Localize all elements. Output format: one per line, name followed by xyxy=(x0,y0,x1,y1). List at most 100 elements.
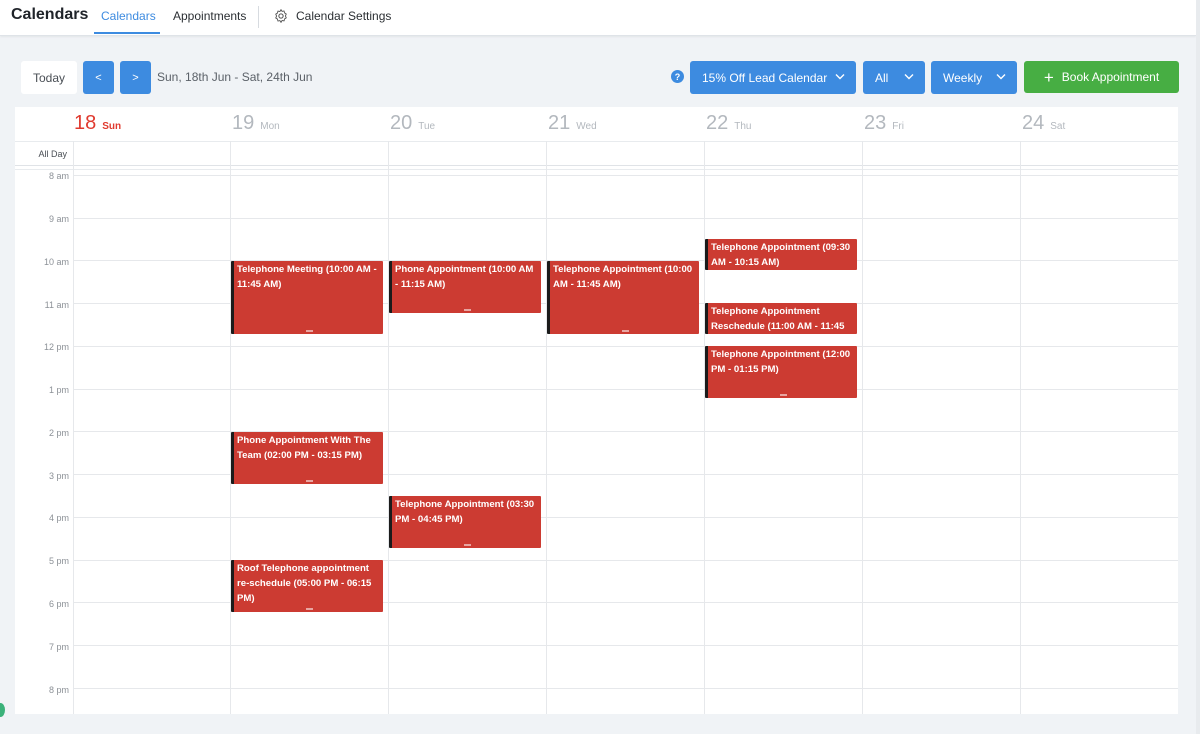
grid-top-border xyxy=(15,169,1178,170)
hour-label: 5 pm xyxy=(48,556,69,566)
chevron-down-icon xyxy=(904,74,914,80)
week-calendar: 18 Sun 19 Mon 20 Tue 21 Wed 22 Thu 23 Fr… xyxy=(15,107,1178,714)
app-title: Calendars xyxy=(11,6,89,23)
nav-divider xyxy=(258,6,259,28)
appointment-event[interactable]: Telephone Meeting (10:00 AM - 11:45 AM) xyxy=(231,261,383,334)
active-tab-indicator xyxy=(94,32,160,34)
window-edge xyxy=(1196,0,1200,734)
appointment-event[interactable]: Roof Telephone appointment re-schedule (… xyxy=(231,560,383,612)
book-appointment-label: Book Appointment xyxy=(1061,70,1160,84)
day-column-divider xyxy=(546,141,547,714)
event-title: Telephone Appointment (09:30 AM - 10:15 … xyxy=(711,242,851,268)
day-number: 19 xyxy=(232,112,255,134)
all-day-label: All Day xyxy=(38,149,67,159)
event-title: Telephone Meeting (10:00 AM - 11:45 AM) xyxy=(237,264,377,290)
day-name: Sun xyxy=(102,121,122,132)
next-week-button[interactable]: > xyxy=(120,61,151,94)
day-column-divider xyxy=(388,141,389,714)
day-header-mon[interactable]: 19 Mon xyxy=(231,112,280,138)
resize-handle[interactable] xyxy=(305,330,313,332)
resize-handle[interactable] xyxy=(463,309,471,311)
event-title: Phone Appointment (10:00 AM - 11:15 AM) xyxy=(395,264,534,290)
day-header-sat[interactable]: 24 Sat xyxy=(1021,112,1065,138)
day-header-fri[interactable]: 23 Fri xyxy=(863,112,904,138)
calendar-select[interactable]: 15% Off Lead Calendar xyxy=(690,61,856,94)
hour-label: 4 pm xyxy=(48,513,69,523)
hour-label: 11 am xyxy=(44,300,69,310)
tab-calendar-settings[interactable]: Calendar Settings xyxy=(296,9,391,23)
day-header-wed[interactable]: 21 Wed xyxy=(547,112,597,138)
hour-label: 12 pm xyxy=(43,342,69,352)
hour-line xyxy=(73,346,1178,347)
day-number: 23 xyxy=(864,112,887,134)
prev-week-button[interactable]: < xyxy=(83,61,114,94)
event-title: Telephone Appointment Reschedule (11:00 … xyxy=(711,306,845,332)
resize-handle[interactable] xyxy=(463,544,471,546)
day-name: Tue xyxy=(418,121,436,132)
hour-label: 8 pm xyxy=(48,685,69,695)
tab-appointments[interactable]: Appointments xyxy=(173,9,246,23)
appointment-event[interactable]: Telephone Appointment (10:00 AM - 11:45 … xyxy=(547,261,699,334)
day-number: 20 xyxy=(390,112,413,134)
top-nav-bar: Calendars Calendars Appointments Calenda… xyxy=(0,0,1196,36)
today-button[interactable]: Today xyxy=(21,61,77,94)
appointment-event[interactable]: Telephone Appointment Reschedule (11:00 … xyxy=(705,303,857,334)
hour-line xyxy=(73,218,1178,219)
appointment-event[interactable]: Phone Appointment (10:00 AM - 11:15 AM) xyxy=(389,261,541,313)
book-appointment-button[interactable]: + Book Appointment xyxy=(1024,61,1179,93)
chevron-down-icon xyxy=(835,74,845,80)
calendar-select-value: 15% Off Lead Calendar xyxy=(702,70,828,85)
date-range-label: Sun, 18th Jun - Sat, 24th Jun xyxy=(157,70,313,84)
event-title: Telephone Appointment (12:00 PM - 01:15 … xyxy=(711,349,851,375)
appointment-event[interactable]: Phone Appointment With The Team (02:00 P… xyxy=(231,432,383,484)
filter-select[interactable]: All xyxy=(863,61,925,94)
event-title: Telephone Appointment (03:30 PM - 04:45 … xyxy=(395,499,535,525)
appointment-event[interactable]: Telephone Appointment (09:30 AM - 10:15 … xyxy=(705,239,857,270)
gear-icon[interactable] xyxy=(273,8,289,24)
hour-label: 3 pm xyxy=(48,471,69,481)
day-header-sun[interactable]: 18 Sun xyxy=(73,112,121,138)
tab-calendars[interactable]: Calendars xyxy=(101,9,156,23)
all-day-row[interactable] xyxy=(15,141,1178,166)
day-header-tue[interactable]: 20 Tue xyxy=(389,112,435,138)
day-column-divider xyxy=(73,141,74,714)
hour-label: 6 pm xyxy=(48,599,69,609)
resize-handle[interactable] xyxy=(779,394,787,396)
resize-handle[interactable] xyxy=(305,608,313,610)
day-number: 18 xyxy=(74,112,97,134)
appointment-event[interactable]: Telephone Appointment (12:00 PM - 01:15 … xyxy=(705,346,857,398)
day-name: Wed xyxy=(576,121,597,132)
event-title: Telephone Appointment (10:00 AM - 11:45 … xyxy=(553,264,693,290)
day-name: Sat xyxy=(1050,121,1066,132)
hour-line xyxy=(73,175,1178,176)
plus-icon: + xyxy=(1043,67,1054,87)
view-select[interactable]: Weekly xyxy=(931,61,1017,94)
resize-handle[interactable] xyxy=(305,480,313,482)
hour-line xyxy=(73,645,1178,646)
day-column-divider xyxy=(862,141,863,714)
day-column-divider xyxy=(1020,141,1021,714)
day-number: 24 xyxy=(1022,112,1045,134)
day-name: Mon xyxy=(260,121,280,132)
event-title: Phone Appointment With The Team (02:00 P… xyxy=(237,435,371,461)
hour-label: 9 am xyxy=(48,214,69,224)
help-icon[interactable]: ? xyxy=(671,70,684,83)
hour-line xyxy=(73,517,1178,518)
day-number: 22 xyxy=(706,112,729,134)
day-number: 21 xyxy=(548,112,571,134)
hour-line xyxy=(73,389,1178,390)
event-title: Roof Telephone appointment re-schedule (… xyxy=(237,563,372,604)
hour-line xyxy=(73,688,1178,689)
day-header-thu[interactable]: 22 Thu xyxy=(705,112,751,138)
appointment-event[interactable]: Telephone Appointment (03:30 PM - 04:45 … xyxy=(389,496,541,548)
resize-handle[interactable] xyxy=(621,330,629,332)
hour-label: 8 am xyxy=(48,171,69,181)
view-select-value: Weekly xyxy=(943,70,983,85)
day-name: Thu xyxy=(734,121,752,132)
chevron-down-icon xyxy=(996,74,1006,80)
hour-label: 7 pm xyxy=(48,642,69,652)
day-column-divider xyxy=(230,141,231,714)
day-column-divider xyxy=(704,141,705,714)
chat-widget-icon[interactable] xyxy=(0,703,5,717)
hour-label: 1 pm xyxy=(48,385,69,395)
